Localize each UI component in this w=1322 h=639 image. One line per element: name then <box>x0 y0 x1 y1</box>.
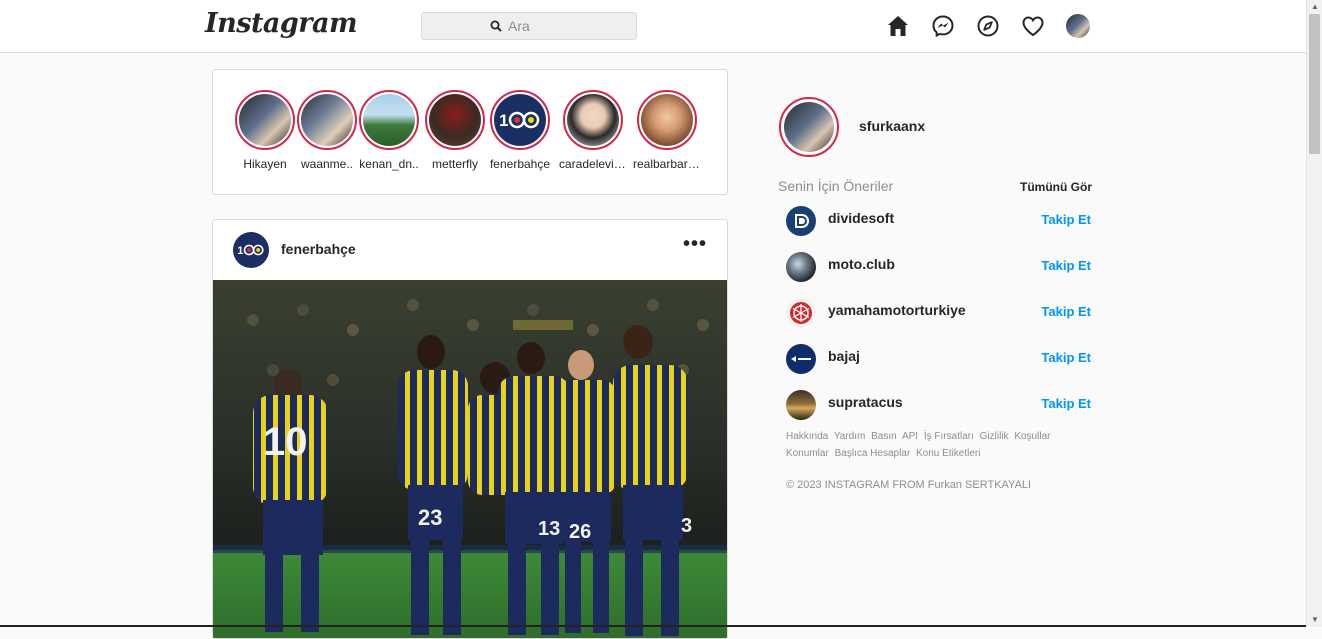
suggestion-username[interactable]: supratacus <box>828 394 903 410</box>
post-image[interactable]: 10 23 13 26 3 <box>213 280 728 639</box>
footer-link-terms[interactable]: Koşullar <box>1014 431 1050 442</box>
svg-text:13: 13 <box>538 518 560 540</box>
story-item[interactable]: 1 fenerbahçe <box>486 90 554 171</box>
svg-text:10: 10 <box>263 420 308 464</box>
suggestion-username[interactable]: moto.club <box>828 256 895 272</box>
scroll-up-arrow-icon[interactable]: ▲ <box>1307 0 1322 14</box>
footer-link-privacy[interactable]: Gizlilik <box>980 431 1009 442</box>
story-ring <box>297 90 357 150</box>
search-box[interactable] <box>421 12 637 40</box>
footer-link-jobs[interactable]: İş Fırsatları <box>924 431 974 442</box>
story-item[interactable]: Hikayen <box>231 90 299 171</box>
story-avatar <box>429 94 481 146</box>
svg-text:3: 3 <box>681 515 692 537</box>
story-username: realbarbarap.. <box>633 157 701 171</box>
scrollbar-thumb[interactable] <box>1309 14 1320 154</box>
fenerbahce-logo: 1 <box>494 94 546 146</box>
suggestion-item: supratacus Takip Et <box>786 388 1091 420</box>
instagram-logo[interactable]: Instagram <box>205 8 358 39</box>
story-ring <box>425 90 485 150</box>
suggestions-title: Senin İçin Öneriler <box>778 178 894 194</box>
svg-text:1: 1 <box>237 245 243 257</box>
home-icon[interactable] <box>886 14 910 38</box>
current-user-avatar[interactable] <box>779 97 839 157</box>
profile-avatar-nav[interactable] <box>1066 14 1090 38</box>
svg-text:23: 23 <box>418 505 442 530</box>
story-item[interactable]: caradelevin.. <box>559 90 627 171</box>
story-item[interactable]: metterfly <box>421 90 489 171</box>
copyright-text: © 2023 INSTAGRAM FROM Furkan SERTKAYALI <box>786 479 1032 491</box>
follow-button[interactable]: Takip Et <box>1041 258 1091 273</box>
suggestion-username[interactable]: dividesoft <box>828 210 894 226</box>
current-user-username[interactable]: sfurkaanx <box>859 118 925 134</box>
scroll-down-arrow-icon[interactable]: ▼ <box>1307 613 1322 627</box>
see-all-link[interactable]: Tümünü Gör <box>1020 180 1092 194</box>
story-avatar <box>641 94 693 146</box>
post-header: 1 fenerbahçe ••• <box>213 220 727 280</box>
post-author-username[interactable]: fenerbahçe <box>281 241 356 257</box>
search-input[interactable] <box>508 18 568 34</box>
story-item[interactable]: kenan_dn.. <box>355 90 423 171</box>
suggestion-item: dividesoft Takip Et <box>786 204 1091 236</box>
suggestion-username[interactable]: bajaj <box>828 348 860 364</box>
follow-button[interactable]: Takip Et <box>1041 396 1091 411</box>
messenger-icon[interactable] <box>931 14 955 38</box>
suggestion-avatar[interactable] <box>786 298 816 328</box>
footer-link-about[interactable]: Hakkında <box>786 431 828 442</box>
story-avatar <box>301 94 353 146</box>
story-username: kenan_dn.. <box>359 157 419 171</box>
vertical-scrollbar[interactable]: ▲ ▼ <box>1306 0 1322 627</box>
heart-icon[interactable] <box>1021 14 1045 38</box>
nav-icons <box>886 14 1090 38</box>
story-avatar <box>567 94 619 146</box>
suggestion-username[interactable]: yamahamotorturkiye <box>828 302 966 318</box>
suggestion-item: moto.club Takip Et <box>786 250 1091 282</box>
feed-post: 1 fenerbahçe ••• 10 23 13 26 3 <box>212 219 728 639</box>
story-username: metterfly <box>431 157 478 171</box>
avatar <box>784 102 834 152</box>
current-user-card: sfurkaanx <box>779 97 1099 157</box>
more-options-icon[interactable]: ••• <box>683 233 707 256</box>
story-ring <box>637 90 697 150</box>
story-username: Hikayen <box>243 157 287 171</box>
svg-text:26: 26 <box>569 521 591 543</box>
suggestion-avatar[interactable] <box>786 344 816 374</box>
svg-text:1: 1 <box>499 111 508 130</box>
footer-link-locations[interactable]: Konumlar <box>786 448 829 459</box>
suggestion-avatar[interactable] <box>786 390 816 420</box>
story-username: waanme.. <box>300 157 354 171</box>
follow-button[interactable]: Takip Et <box>1041 304 1091 319</box>
follow-button[interactable]: Takip Et <box>1041 350 1091 365</box>
suggestion-avatar[interactable] <box>786 206 816 236</box>
story-ring <box>235 90 295 150</box>
story-item[interactable]: waanme.. <box>293 90 361 171</box>
story-ring <box>359 90 419 150</box>
story-avatar <box>239 94 291 146</box>
story-avatar <box>363 94 415 146</box>
explore-icon[interactable] <box>976 14 1000 38</box>
footer-link-top-accounts[interactable]: Başlıca Hesaplar <box>835 448 911 459</box>
stories-tray: Hikayen waanme.. kenan_dn.. metterfly 1 … <box>212 69 728 195</box>
story-username: fenerbahçe <box>489 157 551 171</box>
story-username: caradelevin.. <box>559 157 627 171</box>
post-author-avatar[interactable]: 1 <box>233 232 269 268</box>
footer-link-press[interactable]: Basın <box>871 431 897 442</box>
story-ring <box>563 90 623 150</box>
story-ring: 1 <box>490 90 550 150</box>
avatar <box>1066 14 1090 38</box>
footer-link-help[interactable]: Yardım <box>834 431 866 442</box>
search-icon <box>490 20 502 32</box>
suggestion-avatar[interactable] <box>786 252 816 282</box>
story-item[interactable]: realbarbarap.. <box>633 90 701 171</box>
follow-button[interactable]: Takip Et <box>1041 212 1091 227</box>
footer-link-hashtags[interactable]: Konu Etiketleri <box>916 448 980 459</box>
footer-links: Hakkında Yardım Basın API İş Fırsatları … <box>786 428 1086 462</box>
suggestion-item: yamahamotorturkiye Takip Et <box>786 296 1091 328</box>
footer-link-api[interactable]: API <box>902 431 918 442</box>
top-navigation-bar: Instagram <box>0 0 1306 53</box>
suggestion-item: bajaj Takip Et <box>786 342 1091 374</box>
